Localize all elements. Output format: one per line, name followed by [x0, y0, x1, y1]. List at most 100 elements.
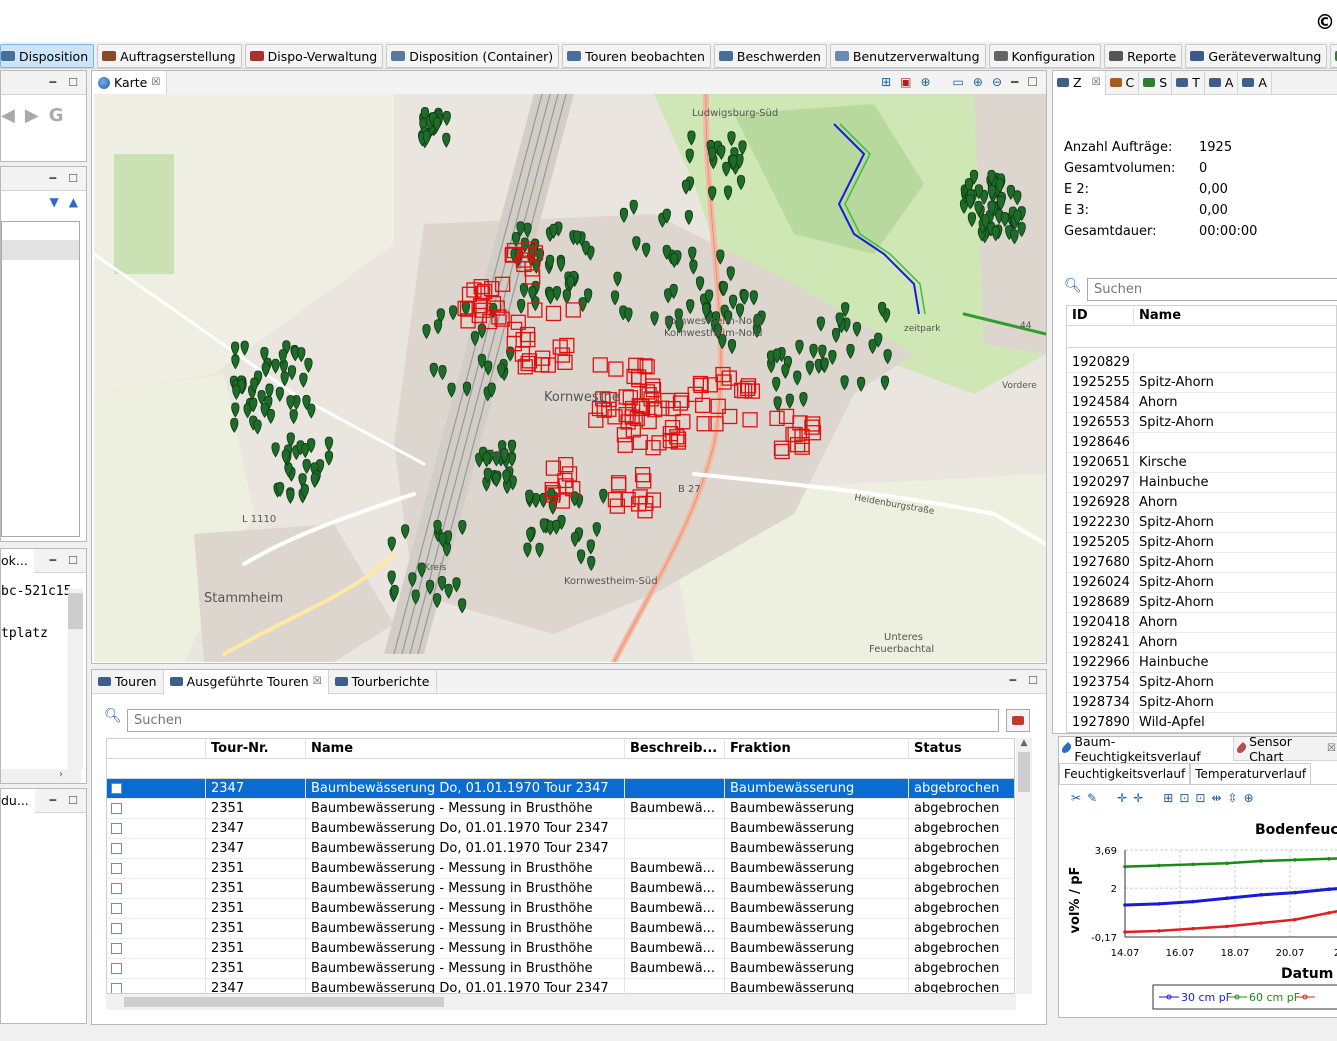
- table-row[interactable]: 1922230 Spitz-Ahorn: [1067, 513, 1336, 533]
- column-header[interactable]: [107, 739, 206, 759]
- subtab-chart[interactable]: Temperaturverlauf: [1190, 763, 1312, 785]
- filter-row[interactable]: [1067, 326, 1336, 348]
- forward-arrow-icon[interactable]: ▶: [25, 105, 39, 126]
- tab-chart[interactable]: Baum-Feuchtigkeitsverlauf: [1059, 734, 1234, 764]
- pen-icon[interactable]: ✎: [1087, 791, 1097, 805]
- table-row[interactable]: 1926024 Spitz-Ahorn: [1067, 573, 1336, 593]
- zoom-icon[interactable]: ⊕: [1244, 791, 1254, 805]
- tab-left-detail[interactable]: ok...: [1, 548, 34, 573]
- layer-icon[interactable]: ▭: [953, 75, 964, 89]
- tab-karte[interactable]: Karte ☒: [92, 70, 168, 95]
- column-header[interactable]: Tour-Nr.: [206, 739, 306, 759]
- table-row[interactable]: 2351 Baumbewässerung - Messung in Brusthö…: [107, 939, 1014, 959]
- horizontal-scrollbar[interactable]: ›: [1, 769, 81, 783]
- minimize-icon[interactable]: ━: [1011, 75, 1018, 89]
- perspective-tab[interactable]: Konfiguration: [988, 44, 1102, 68]
- filter-row[interactable]: [107, 759, 1014, 779]
- tab-right[interactable]: A: [1238, 70, 1272, 95]
- tab-right[interactable]: C: [1106, 70, 1140, 95]
- row-checkbox[interactable]: [111, 983, 122, 993]
- row-checkbox[interactable]: [111, 843, 122, 854]
- left-list[interactable]: [1, 221, 80, 537]
- close-icon[interactable]: ☒: [313, 676, 322, 687]
- crosshair-alt-icon[interactable]: ✛: [1133, 791, 1143, 805]
- scissors-icon[interactable]: ✂: [1071, 791, 1081, 805]
- map-canvas[interactable]: Ludwigsburg-Süd Kornwestheim-Nord Kornwe…: [94, 94, 1046, 662]
- maximize-icon[interactable]: ☐: [68, 554, 78, 567]
- minimize-icon[interactable]: ━: [50, 554, 57, 567]
- table-row[interactable]: 2351 Baumbewässerung - Messung in Brusthö…: [107, 959, 1014, 979]
- table-row[interactable]: 1920651 Kirsche: [1067, 453, 1336, 473]
- vertical-scrollbar[interactable]: [68, 589, 83, 769]
- row-checkbox[interactable]: [111, 863, 122, 874]
- sort-up-icon[interactable]: ▲: [69, 195, 78, 209]
- tab-tour[interactable]: Ausgeführte Touren ☒: [163, 669, 329, 694]
- tours-horizontal-scrollbar[interactable]: [106, 994, 1016, 1010]
- table-row[interactable]: 1922966 Hainbuche: [1067, 653, 1336, 673]
- row-checkbox[interactable]: [111, 943, 122, 954]
- table-row[interactable]: 1920418 Ahorn: [1067, 613, 1336, 633]
- zoom-box-icon[interactable]: ⊡: [1179, 791, 1189, 805]
- column-header[interactable]: Beschreib...: [625, 739, 725, 759]
- close-icon[interactable]: ☒: [1327, 743, 1336, 754]
- tab-tour[interactable]: Tourberichte: [329, 669, 437, 694]
- perspective-tab[interactable]: Benutzerverwaltung: [829, 44, 986, 68]
- moisture-chart[interactable]: Bodenfeuc vol% / pF 3,69 2 -0,17 14.07 16.07 18…: [1059, 812, 1337, 1018]
- tab-right[interactable]: A: [1205, 70, 1239, 95]
- row-checkbox[interactable]: [111, 823, 122, 834]
- table-row[interactable]: 2347 Baumbewässerung Do, 01.01.1970 Tour …: [107, 779, 1014, 799]
- table-row[interactable]: 2351 Baumbewässerung - Messung in Brusthö…: [107, 919, 1014, 939]
- maximize-icon[interactable]: ☐: [1028, 674, 1038, 687]
- table-row[interactable]: 1926553 Spitz-Ahorn: [1067, 413, 1336, 433]
- perspective-tab[interactable]: Beschwerden: [713, 44, 827, 68]
- maximize-icon[interactable]: ☐: [68, 794, 78, 807]
- zoom-in-icon[interactable]: ⊕: [973, 75, 983, 89]
- delete-icon[interactable]: ▣: [900, 75, 911, 89]
- table-row[interactable]: 2347 Baumbewässerung Do, 01.01.1970 Tour …: [107, 819, 1014, 839]
- perspective-tab[interactable]: Disposition (Container): [386, 44, 560, 68]
- maximize-icon[interactable]: ☐: [1027, 75, 1038, 89]
- table-row[interactable]: 2347 Baumbewässerung Do, 01.01.1970 Tour …: [107, 839, 1014, 859]
- table-row[interactable]: 1928734 Spitz-Ahorn: [1067, 693, 1336, 713]
- filter-clear-button[interactable]: [1006, 709, 1030, 732]
- zoom-all-icon[interactable]: ⊕: [920, 75, 930, 89]
- table-row[interactable]: 1927890 Wild-Apfel: [1067, 713, 1336, 732]
- tab-tour[interactable]: Touren: [92, 669, 164, 694]
- list-item[interactable]: [2, 240, 79, 260]
- tours-search-input[interactable]: [127, 709, 999, 732]
- row-checkbox[interactable]: [111, 883, 122, 894]
- table-row[interactable]: 1925205 Spitz-Ahorn: [1067, 533, 1336, 553]
- table-row[interactable]: 2351 Baumbewässerung - Messung in Brusthö…: [107, 899, 1014, 919]
- table-row[interactable]: 2347 Baumbewässerung Do, 01.01.1970 Tour …: [107, 979, 1014, 993]
- tab-right[interactable]: S: [1139, 70, 1173, 95]
- perspective-tab[interactable]: Auftragserstellung: [97, 44, 242, 68]
- axis-icon[interactable]: ⊞: [1163, 791, 1173, 805]
- back-arrow-icon[interactable]: ◀: [1, 105, 15, 126]
- minimize-icon[interactable]: ━: [50, 76, 57, 89]
- perspective-tab[interactable]: Disposition: [0, 44, 95, 68]
- column-header[interactable]: ID: [1067, 306, 1134, 326]
- maximize-icon[interactable]: ☐: [68, 76, 78, 89]
- minimize-icon[interactable]: ━: [50, 794, 57, 807]
- map-svg[interactable]: Ludwigsburg-Süd Kornwestheim-Nord Kornwe…: [94, 94, 1046, 662]
- trees-search-input[interactable]: [1087, 278, 1337, 301]
- close-icon[interactable]: ☒: [151, 77, 160, 88]
- table-row[interactable]: 1925255 Spitz-Ahorn: [1067, 373, 1336, 393]
- tours-vertical-scrollbar[interactable]: ▲: [1016, 738, 1032, 994]
- table-row[interactable]: 1923754 Spitz-Ahorn: [1067, 673, 1336, 693]
- table-row[interactable]: 1920829: [1067, 353, 1336, 373]
- split-v-icon[interactable]: ⇳: [1228, 791, 1238, 805]
- zoom-fit-icon[interactable]: ⊡: [1195, 791, 1205, 805]
- sort-down-icon[interactable]: ▼: [50, 195, 59, 209]
- table-row[interactable]: 1926928 Ahorn: [1067, 493, 1336, 513]
- perspective-tab[interactable]: Baumverwaltung: [1330, 44, 1337, 68]
- table-row[interactable]: 2351 Baumbewässerung - Messung in Brusthö…: [107, 799, 1014, 819]
- table-row[interactable]: 1920297 Hainbuche: [1067, 473, 1336, 493]
- table-row[interactable]: 2351 Baumbewässerung - Messung in Brusthö…: [107, 859, 1014, 879]
- table-row[interactable]: 2351 Baumbewässerung - Messung in Brusthö…: [107, 879, 1014, 899]
- row-checkbox[interactable]: [111, 803, 122, 814]
- maximize-icon[interactable]: ☐: [68, 172, 78, 185]
- column-header[interactable]: Name: [306, 739, 625, 759]
- table-row[interactable]: 1928646: [1067, 433, 1336, 453]
- tab-left-bottom[interactable]: du...: [1, 788, 35, 813]
